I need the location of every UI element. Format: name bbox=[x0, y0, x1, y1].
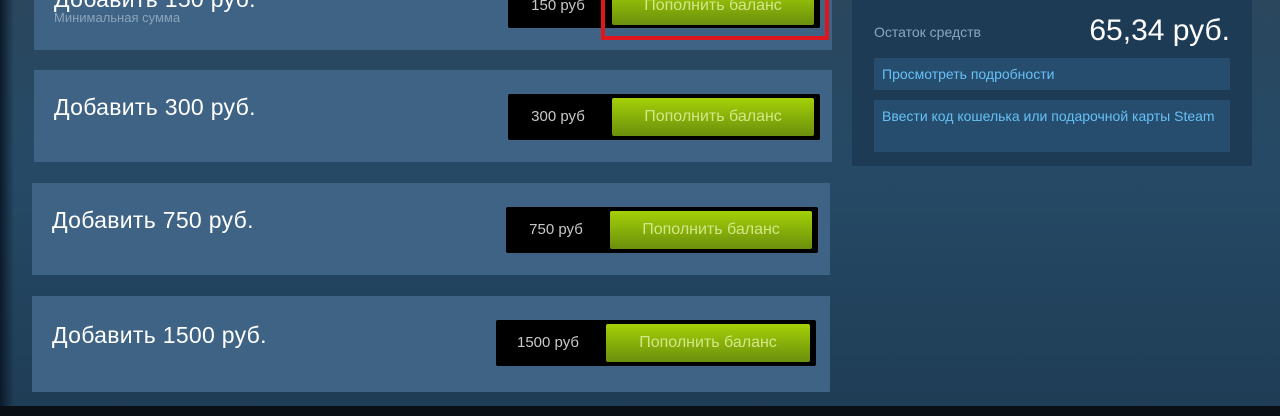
offer-price-box: 1500 руб Пополнить баланс bbox=[496, 320, 816, 366]
add-funds-button-750[interactable]: Пополнить баланс bbox=[610, 211, 812, 249]
highlight-frame bbox=[601, 0, 829, 40]
redeem-code-link[interactable]: Ввести код кошелька или подарочной карты… bbox=[874, 100, 1230, 152]
offer-row-300: Добавить 300 руб. 300 руб Пополнить бала… bbox=[34, 70, 832, 162]
offer-price: 1500 руб bbox=[517, 334, 579, 351]
balance-value: 65,34 руб. bbox=[1089, 14, 1230, 47]
add-funds-button-1500[interactable]: Пополнить баланс bbox=[606, 324, 810, 362]
screen-edge-shadow bbox=[0, 0, 14, 416]
balance-label: Остаток средств bbox=[874, 24, 981, 40]
offer-row-750: Добавить 750 руб. 750 руб Пополнить бала… bbox=[32, 183, 830, 275]
offer-label: Добавить 1500 руб. bbox=[52, 322, 267, 348]
steam-add-funds-page: Добавить 150 руб. Минимальная сумма 150 … bbox=[0, 0, 1280, 416]
offer-label: Добавить 750 руб. bbox=[52, 207, 254, 233]
add-funds-button-300[interactable]: Пополнить баланс bbox=[612, 98, 814, 136]
offer-sublabel: Минимальная сумма bbox=[54, 10, 181, 25]
view-details-link[interactable]: Просмотреть подробности bbox=[874, 58, 1230, 90]
offer-price-box: 300 руб Пополнить баланс bbox=[508, 94, 820, 140]
offer-row-150: Добавить 150 руб. Минимальная сумма 150 … bbox=[34, 0, 832, 50]
offer-price: 150 руб bbox=[531, 0, 585, 14]
offer-label: Добавить 300 руб. bbox=[54, 94, 256, 120]
offer-row-1500: Добавить 1500 руб. 1500 руб Пополнить ба… bbox=[32, 296, 830, 392]
offer-price: 750 руб bbox=[529, 221, 583, 238]
account-balance-panel: Остаток средств 65,34 руб. Просмотреть п… bbox=[852, 0, 1252, 166]
offer-price: 300 руб bbox=[531, 108, 585, 125]
offer-price-box: 750 руб Пополнить баланс bbox=[506, 207, 818, 253]
screen-bottom-edge bbox=[0, 406, 1280, 416]
